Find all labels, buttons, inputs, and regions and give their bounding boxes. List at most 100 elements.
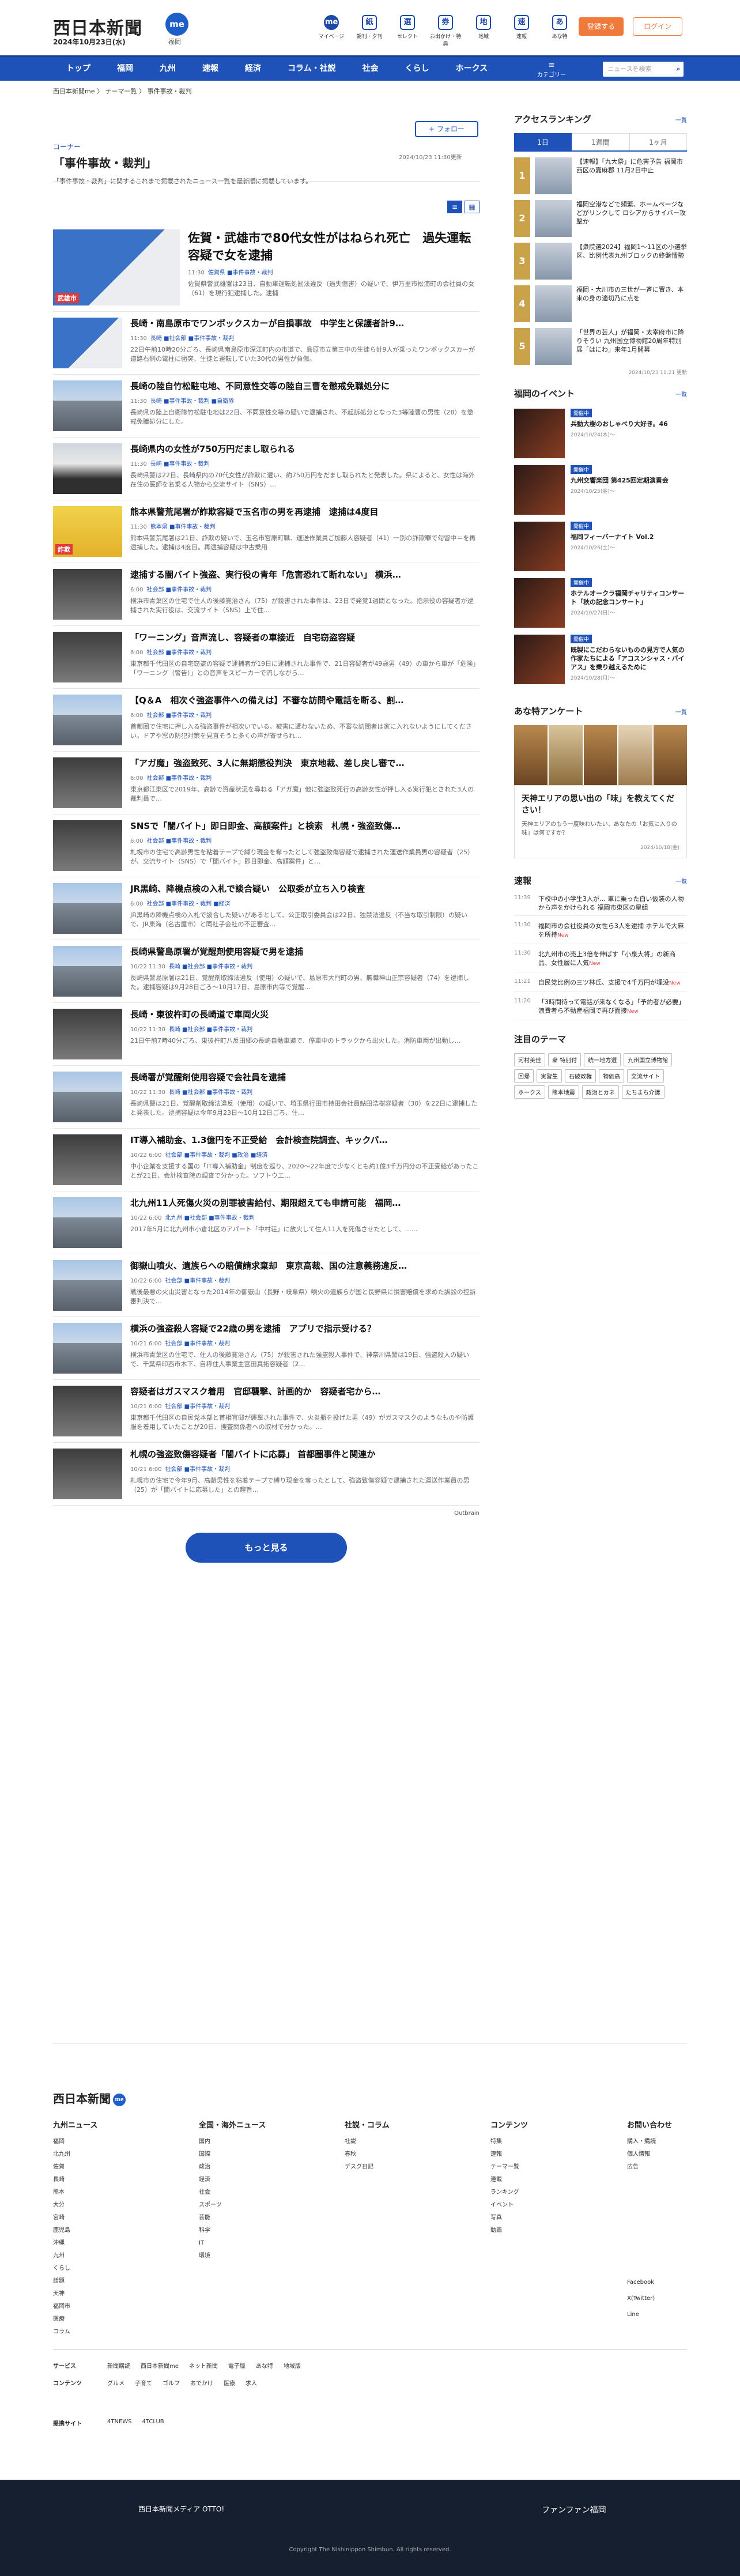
footer-link[interactable]: 速報	[490, 2148, 528, 2161]
article-categories[interactable]: 社会部 ■事件事故・裁判 ■政治 ■経済	[165, 1152, 267, 1159]
footer-link[interactable]: 天神	[53, 2288, 97, 2300]
footer-link[interactable]: 政治	[199, 2161, 266, 2174]
footer-link[interactable]: 広告	[627, 2161, 672, 2174]
footer-partner-link[interactable]: 西日本新聞メディア OTTO!	[138, 2504, 224, 2514]
search-icon[interactable]: ⌕	[677, 62, 680, 77]
site-logo[interactable]: 西日本新聞	[53, 14, 142, 39]
footer-link[interactable]: 国内	[199, 2136, 266, 2148]
footer-link[interactable]: 科学	[199, 2224, 266, 2237]
article-thumbnail[interactable]	[53, 1197, 122, 1248]
footer-column-title[interactable]: 全国・海外ニュース	[199, 2119, 266, 2130]
article-item[interactable]: 【Q＆A 相次ぐ強盗事件への備えは】不審な訪問や電話を断る、割… 6:00 社会部 …	[53, 689, 480, 752]
footer-service-link[interactable]: 西日本新聞me	[141, 2363, 179, 2370]
ranking-tab[interactable]: 1ヶ月	[629, 133, 687, 150]
footer-link[interactable]: 鹿児島	[53, 2224, 97, 2237]
article-item[interactable]: SNSで「闇バイト」即日即金、高額案件」と検索 札幌・強盗致傷… 6:00 社会部 …	[53, 814, 480, 877]
article-item[interactable]: 長崎・東彼杵町の長崎道で車両火災 10/22 11:30 長崎 ■社会部 ■事件事故…	[53, 1003, 480, 1066]
footer-link[interactable]: 個人情報	[627, 2148, 672, 2161]
footer-link[interactable]: 宮崎	[53, 2212, 97, 2224]
login-button[interactable]: ログイン	[633, 17, 682, 36]
more-button[interactable]: もっと見る	[186, 1533, 347, 1563]
article-title[interactable]: 佐賀・武雄市で80代女性がはねられ死亡 過失運転容疑で女を逮捕	[188, 229, 480, 264]
nav-item[interactable]: トップ	[53, 57, 104, 80]
article-title[interactable]: 長崎の陸自竹松駐屯地、不同意性交等の陸自三曹を懲戒免職処分に	[130, 380, 480, 393]
footer-column-title[interactable]: 社説・コラム	[345, 2119, 390, 2130]
article-thumbnail[interactable]	[53, 1449, 122, 1499]
article-title[interactable]: 長崎署が覚醒剤使用容疑で会社員を逮捕	[130, 1072, 480, 1084]
article-item[interactable]: 横浜の強盗殺人容疑で22歳の男を逮捕 アプリで指示受ける？ 10/21 6:00 社…	[53, 1317, 480, 1380]
events-more-link[interactable]: 一覧	[675, 390, 687, 398]
article-item[interactable]: 「ワーニング」音声流し、容疑者の車接近 自宅窃盗容疑 6:00 社会部 ■事件事故・…	[53, 626, 480, 689]
event-item[interactable]: 開催中 ホテルオークラ福岡チャリティコンサート「秋の記念コンサート」 2024/10…	[514, 578, 687, 628]
footer-link[interactable]: 社説	[345, 2136, 390, 2148]
article-item[interactable]: 「アガ魔」強盗致死、3人に無期懲役判決 東京地裁、差し戻し審で… 6:00 社会部 …	[53, 752, 480, 814]
article-categories[interactable]: 長崎 ■事件事故・裁判	[150, 461, 210, 467]
category-menu-button[interactable]: ≡ カテゴリー	[536, 61, 567, 78]
article-thumbnail[interactable]	[53, 443, 122, 494]
article-item[interactable]: 逮捕する闇バイト強盗、実行役の青年「危害恐れて断れない」 横浜… 6:00 社会部 …	[53, 563, 480, 626]
footer-link[interactable]: スポーツ	[199, 2199, 266, 2212]
follow-button[interactable]: + フォロー	[415, 121, 478, 137]
article-title[interactable]: 長崎県内の女性が750万円だまし取られる	[130, 443, 480, 455]
footer-service-link[interactable]: おでかけ	[190, 2381, 213, 2387]
article-item[interactable]: 御嶽山噴火、遺族らへの賠償請求棄却 東京高裁、国の注意義務違反… 10/22 6:…	[53, 1254, 480, 1317]
footer-column-title[interactable]: コンテンツ	[490, 2119, 528, 2130]
breaking-item[interactable]: 11:21 自民党比例の三ツ林氏、支援で4千万円が埋没New	[514, 978, 687, 992]
breaking-item[interactable]: 11:39 下校中の小学生3人が… 車に乗った白い仮装の人物から声をかけられる 福…	[514, 895, 687, 916]
footer-service-link[interactable]: グルメ	[107, 2381, 124, 2387]
theme-tag[interactable]: 石破政権	[565, 1069, 596, 1083]
footer-column-title[interactable]: お問い合わせ	[627, 2119, 672, 2130]
event-item[interactable]: 開催中 福岡フィーバーナイト Vol.2 2024/10/26(土)〜	[514, 522, 687, 571]
article-categories[interactable]: 長崎 ■社会部 ■事件事故・裁判	[150, 335, 234, 342]
article-thumbnail[interactable]	[53, 1134, 122, 1185]
footer-link[interactable]: 話題	[53, 2275, 97, 2288]
footer-service-link[interactable]: 医療	[224, 2381, 235, 2387]
article-categories[interactable]: 社会部 ■事件事故・裁判	[165, 1278, 230, 1284]
footer-link[interactable]: 購入・購読	[627, 2136, 672, 2148]
theme-tag[interactable]: 政治とカネ	[582, 1085, 619, 1099]
article-thumbnail[interactable]	[53, 695, 122, 745]
footer-link[interactable]: 動画	[490, 2224, 528, 2237]
article-categories[interactable]: 社会部 ■事件事故・裁判	[165, 1341, 230, 1347]
article-thumbnail[interactable]	[53, 820, 122, 871]
article-item[interactable]: 長崎県警島原署が覚醒剤使用容疑で男を逮捕 10/22 11:30 長崎 ■社会部 ■…	[53, 940, 480, 1003]
footer-link[interactable]: 社会	[199, 2186, 266, 2199]
footer-link[interactable]: 芸能	[199, 2212, 266, 2224]
survey-card[interactable]: 天神エリアの思い出の「味」を教えてください！ 天神エリアのもう一度味わいたい、あ…	[514, 785, 687, 858]
breadcrumb[interactable]: 西日本新聞me 〉 テーマ一覧 〉 事件事故・裁判	[53, 86, 191, 96]
footer-link[interactable]: IT	[199, 2237, 266, 2250]
footer-service-link[interactable]: ゴルフ	[163, 2381, 180, 2387]
ranking-item[interactable]: 3 【衆院選2024】福岡1〜11区の小選挙区、比例代表九州ブロックの終盤情勢	[514, 243, 687, 280]
footer-service-link[interactable]: あな特	[256, 2363, 273, 2370]
article-thumbnail[interactable]	[53, 632, 122, 682]
footer-link[interactable]: 長崎	[53, 2174, 97, 2186]
footer-link[interactable]: 環境	[199, 2250, 266, 2262]
theme-tag[interactable]: 物価高	[599, 1069, 624, 1083]
grid-view-icon[interactable]: ▦	[465, 201, 480, 213]
nav-item[interactable]: 速報	[189, 57, 232, 80]
survey-image[interactable]	[514, 725, 688, 785]
ranking-item[interactable]: 2 福岡空港などで頻繁、ホームページなどがリンクして ロシアからサイバー攻撃か	[514, 200, 687, 237]
article-thumbnail[interactable]: 武雄市	[53, 229, 180, 306]
footer-link[interactable]: 経済	[199, 2174, 266, 2186]
article-title[interactable]: 横浜の強盗殺人容疑で22歳の男を逮捕 アプリで指示受ける？	[130, 1323, 480, 1335]
footer-service-link[interactable]: 求人	[246, 2381, 257, 2387]
theme-tag[interactable]: ホークス	[514, 1085, 545, 1099]
article-item[interactable]: 武雄市 佐賀・武雄市で80代女性がはねられ死亡 過失運転容疑で女を逮捕 11:30 佐…	[53, 224, 480, 312]
article-thumbnail[interactable]	[53, 1386, 122, 1436]
article-categories[interactable]: 社会部 ■事件事故・裁判	[165, 1466, 230, 1473]
header-icon-link[interactable]: me マイページ	[316, 15, 347, 47]
footer-link[interactable]: 国際	[199, 2148, 266, 2161]
event-item[interactable]: 開催中 既製にこだわらないものの見方で人気の作家たちによる「アコスンシャス・バイア…	[514, 635, 687, 684]
footer-link[interactable]: 大分	[53, 2199, 97, 2212]
article-title[interactable]: 北九州11人死傷火災の別罪被害給付、期限超えても申請可能 福岡…	[130, 1197, 480, 1209]
article-categories[interactable]: 社会部 ■事件事故・裁判	[146, 775, 212, 782]
header-icon-link[interactable]: 券お出かけ・特典	[430, 15, 461, 47]
article-categories[interactable]: 長崎 ■社会部 ■事件事故・裁判	[169, 1089, 252, 1096]
survey-more-link[interactable]: 一覧	[675, 707, 687, 716]
article-title[interactable]: 【Q＆A 相次ぐ強盗事件への備えは】不審な訪問や電話を断る、割…	[130, 695, 480, 707]
footer-link[interactable]: 沖縄	[53, 2237, 97, 2250]
event-item[interactable]: 開催中 兵動大樹のおしゃべり大好き。46 2024/10/24(木)〜	[514, 409, 687, 458]
nav-item[interactable]: くらし	[392, 57, 443, 80]
article-thumbnail[interactable]	[53, 569, 122, 620]
